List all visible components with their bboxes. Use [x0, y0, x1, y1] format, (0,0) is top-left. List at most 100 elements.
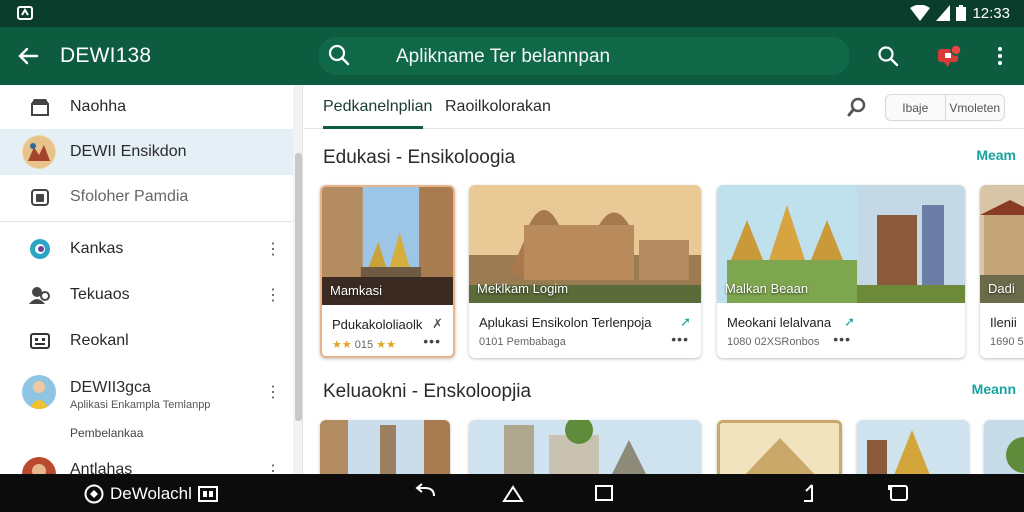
card-image	[857, 420, 969, 474]
content-card[interactable]: Dadi Ilenii 1690 5	[980, 185, 1024, 358]
card-image	[984, 420, 1024, 474]
section-more-link[interactable]: Meam	[976, 147, 1016, 163]
main-content: Pedkanelnplian Raoilkolorakan Ibaje Vmol…	[304, 85, 1024, 474]
content-card[interactable]: Meklkam Logim Aplukasi Ensikolon Terlenp…	[469, 185, 701, 358]
more-vertical-icon[interactable]: ⋮	[265, 382, 281, 402]
scrollbar-thumb[interactable]	[295, 153, 302, 421]
brand-logo-icon	[84, 484, 104, 504]
overflow-menu-button[interactable]	[986, 42, 1014, 70]
content-card[interactable]	[984, 420, 1024, 474]
pin-icon[interactable]: ✗	[432, 316, 443, 332]
tab-indicator	[323, 126, 423, 129]
back-button[interactable]	[14, 42, 42, 70]
search-icon[interactable]	[846, 95, 870, 119]
grid-icon	[197, 486, 218, 502]
nav-back-icon[interactable]	[414, 483, 436, 503]
store-icon	[28, 95, 52, 119]
content-card[interactable]	[717, 420, 842, 474]
toggle-option-left[interactable]: Ibaje	[886, 95, 945, 120]
section-more-link[interactable]: Meann	[972, 381, 1016, 397]
nav-home-icon[interactable]	[502, 483, 524, 503]
nav-brand-text: DeWolachl	[110, 484, 192, 503]
view-toggle: Ibaje Vmoleten	[885, 94, 1005, 121]
sidebar-item-pembelankaa[interactable]: Pembelankaa	[0, 415, 293, 451]
more-horizontal-icon[interactable]: •••	[833, 331, 851, 347]
sidebar-item-label: Tekuaos	[70, 286, 130, 303]
search-icon	[328, 44, 350, 66]
content-card[interactable]: Mamkasi Pdukakololiaolk ✗ ★★ 015 ★★ •••	[320, 185, 455, 358]
rotate-icon[interactable]	[800, 483, 822, 503]
more-horizontal-icon[interactable]: •••	[423, 333, 441, 349]
sidebar-item-label: Naohha	[70, 98, 127, 115]
notification-button[interactable]	[936, 42, 964, 70]
app-title: DEWI138	[60, 44, 152, 67]
sidebar-item-sfoloher-pamdia[interactable]: Sfoloher Pamdia	[0, 175, 293, 219]
card-meta: 1690 5	[990, 336, 1024, 348]
more-horizontal-icon[interactable]: •••	[671, 331, 689, 347]
card-overlay-label: Meklkam Logim	[477, 281, 569, 296]
search-button[interactable]	[874, 42, 902, 70]
battery-icon	[956, 5, 967, 21]
status-time: 12:33	[972, 4, 1010, 22]
avatar	[22, 457, 56, 474]
search-bar[interactable]: Aplikname Ter belannpan	[318, 37, 850, 75]
system-nav-bar: DeWolachl	[0, 474, 1024, 512]
avatar	[22, 375, 56, 409]
card-title: Meokani lelalvana	[727, 315, 832, 330]
status-bar: 12:33	[0, 0, 1024, 27]
sidebar-item-tekuaos[interactable]: Tekuaos ⋮	[0, 273, 293, 317]
sidebar-item-dewii-ensikdon[interactable]: DEWII Ensikdon	[0, 129, 293, 175]
card-meta: ★★ 015 ★★	[332, 338, 396, 351]
sidebar-item-reokanl[interactable]: Reokanl	[0, 319, 293, 363]
screen-icon[interactable]	[888, 483, 910, 503]
app-screen: 12:33 DEWI138 Aplikname Ter belannpan Na…	[0, 0, 1024, 512]
notification-badge-icon	[938, 44, 962, 67]
tab-pedkanelnplian[interactable]: Pedkanelnplian	[323, 98, 432, 116]
card-title: Pdukakololiaolk	[332, 317, 423, 332]
arrow-back-icon	[18, 47, 39, 65]
app-bar: DEWI138 Aplikname Ter belannpan	[0, 27, 1024, 85]
sidebar-item-naohha[interactable]: Naohha	[0, 85, 293, 129]
people-icon	[28, 283, 52, 307]
search-text: Aplikname Ter belannpan	[396, 46, 611, 67]
nav-recents-icon[interactable]	[593, 483, 615, 503]
globe-icon	[28, 237, 52, 261]
sidebar-item-label: Reokanl	[70, 332, 129, 349]
pin-icon[interactable]: ➚	[844, 314, 855, 330]
tab-bar: Pedkanelnplian Raoilkolorakan Ibaje Vmol…	[304, 85, 1024, 129]
section-title: Keluaokni - Enskoloopjia	[323, 381, 532, 402]
content-card[interactable]	[857, 420, 969, 474]
card-image	[469, 420, 701, 474]
rating-stars: ★★	[332, 339, 352, 351]
wifi-icon	[910, 5, 931, 21]
card-overlay-label: Dadi	[988, 281, 1015, 296]
more-vertical-icon[interactable]: ⋮	[265, 285, 281, 305]
nav-brand: DeWolachl	[84, 484, 218, 504]
card-overlay-label: Malkan Beaan	[725, 281, 809, 296]
sidebar-item-label: Sfoloher Pamdia	[70, 188, 189, 205]
card-title: Ilenii	[990, 315, 1017, 330]
sidebar-item-kankas[interactable]: Kankas ⋮	[0, 227, 293, 271]
status-icons: 12:33	[910, 4, 1010, 22]
sidebar-item-dewii3gca[interactable]: DEWII3gca Aplikasi Enkampla Temlanpp ⋮	[0, 367, 293, 417]
toggle-option-right[interactable]: Vmoleten	[944, 95, 1005, 120]
more-vertical-icon[interactable]: ⋮	[265, 239, 281, 259]
content-card[interactable]: Malkan Beaan Meokani lelalvana ➚ 1080 02…	[717, 185, 965, 358]
sidebar-item-label: Antlahas	[70, 461, 133, 474]
content-card[interactable]	[469, 420, 701, 474]
sidebar-item-sublabel: Aplikasi Enkampla Temlanpp	[70, 399, 211, 411]
pin-icon[interactable]: ➚	[680, 314, 691, 330]
sidebar-item-label: DEWII3gca	[70, 379, 151, 396]
rating-stars: ★★	[376, 339, 396, 351]
more-vertical-icon[interactable]: ⋮	[265, 461, 281, 474]
sidebar-item-label: DEWII Ensikdon	[70, 143, 187, 160]
sidebar-item-label: Kankas	[70, 240, 124, 257]
camera-icon	[28, 185, 52, 209]
tab-raoilkolorakan[interactable]: Raoilkolorakan	[445, 98, 551, 116]
section-title: Edukasi - Ensikoloogia	[323, 147, 516, 168]
content-card[interactable]	[320, 420, 450, 474]
sidebar-item-antlahas[interactable]: Antlahas ⋮	[0, 453, 293, 474]
keyboard-icon	[28, 329, 52, 353]
card-overlay-label: Mamkasi	[330, 283, 383, 298]
search-icon	[878, 46, 899, 67]
